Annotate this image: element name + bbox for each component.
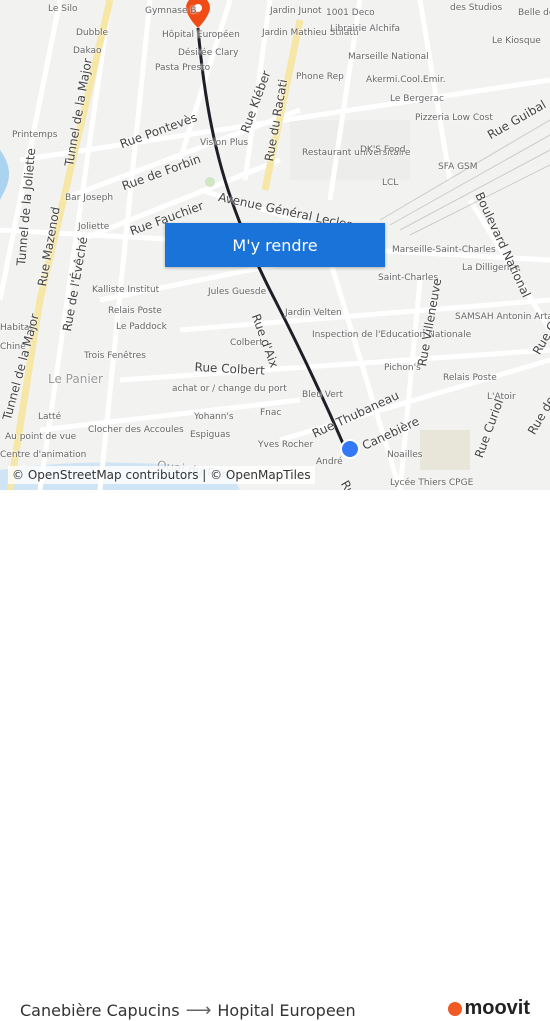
poi-label: Pasta Presto bbox=[155, 63, 211, 73]
poi-label: André bbox=[316, 457, 343, 467]
poi-label: SFA GSM bbox=[438, 162, 478, 172]
poi-label: Joliette bbox=[78, 222, 110, 232]
poi-label: Latté bbox=[38, 412, 62, 422]
poi-label: Centre d'animation bbox=[0, 450, 87, 460]
poi-label: Le Paddock bbox=[116, 322, 167, 332]
poi-label: Trois Fenêtres bbox=[84, 351, 146, 361]
poi-label: Jardin Velten bbox=[285, 308, 342, 318]
poi-label: DK'S Food bbox=[360, 145, 406, 155]
poi-label: Bleu Vert bbox=[302, 390, 344, 400]
poi-label: Librairie Alchifa bbox=[330, 24, 401, 34]
poi-label: Inspection de l'Education Nationale bbox=[312, 330, 472, 340]
poi-label: Kalliste Institut bbox=[92, 285, 160, 295]
footer-bar: Canebière Capucins ⟶ Hopital Europeen mo… bbox=[0, 490, 550, 1021]
poi-label: Noailles bbox=[387, 450, 423, 460]
poi-label: Pizzeria Low Cost bbox=[415, 113, 493, 123]
poi-label: Relais Poste bbox=[108, 306, 162, 316]
poi-label: Phone Rep bbox=[296, 72, 344, 82]
poi-label: Akermi.Cool.Emir. bbox=[366, 75, 446, 85]
poi-label: achat or / change du port bbox=[172, 384, 287, 394]
poi-label: Vision Plus bbox=[200, 138, 249, 148]
poi-label: Yohann's bbox=[194, 412, 234, 422]
poi-label: Jardin Junot bbox=[270, 6, 322, 16]
poi-label: des Studios bbox=[450, 3, 503, 13]
poi-label: LCL bbox=[382, 178, 399, 188]
poi-label: Clocher des Accoules bbox=[88, 425, 184, 435]
origin-marker bbox=[340, 439, 360, 459]
poi-label: Printemps bbox=[12, 130, 58, 140]
poi-label: Espiguas bbox=[190, 430, 231, 440]
poi-label: Jules Guesde bbox=[208, 287, 267, 297]
poi-label: SAMSAH Antonin Artaud bbox=[455, 312, 550, 322]
poi-label: Le Kiosque bbox=[492, 36, 541, 46]
poi-label: Le Silo bbox=[48, 4, 78, 14]
get-directions-button[interactable]: M'y rendre bbox=[165, 223, 385, 267]
poi-label: Marseille-Saint-Charles bbox=[392, 245, 496, 255]
route-summary: Canebière Capucins ⟶ Hopital Europeen bbox=[20, 1000, 356, 1021]
moovit-logo[interactable]: moovit bbox=[448, 997, 530, 1020]
poi-label: Relais Poste bbox=[443, 373, 497, 383]
destination-name: Hopital Europeen bbox=[217, 1001, 356, 1020]
poi-label: Hôpital Européen bbox=[162, 30, 240, 40]
poi-label: Le Bergerac bbox=[390, 94, 444, 104]
poi-label: Fnac bbox=[260, 408, 282, 418]
poi-label: Gymnase B. bbox=[145, 6, 200, 16]
poi-label: 1001 Deco bbox=[326, 8, 375, 18]
arrow-right-icon: ⟶ bbox=[185, 1000, 212, 1021]
logo-text: moovit bbox=[464, 997, 530, 1019]
poi-label: Belle de Mai bbox=[518, 8, 550, 18]
poi-label: Yves Rocher bbox=[258, 440, 314, 450]
district-label: Le Panier bbox=[48, 372, 103, 386]
map-attribution[interactable]: © OpenStreetMap contributors | © OpenMap… bbox=[8, 466, 315, 484]
moovit-pin-icon bbox=[448, 1001, 463, 1016]
poi-label: Dakao bbox=[73, 46, 102, 56]
poi-label: Dubble bbox=[76, 28, 109, 38]
poi-label: Au point de vue bbox=[5, 432, 77, 442]
origin-name: Canebière Capucins bbox=[20, 1001, 180, 1020]
poi-label: Marseille National bbox=[348, 52, 429, 62]
poi-label: Désirée Clary bbox=[178, 48, 239, 58]
poi-label: Lycée Thiers CPGE bbox=[390, 478, 474, 488]
poi-label: Bar Joseph bbox=[65, 193, 114, 203]
